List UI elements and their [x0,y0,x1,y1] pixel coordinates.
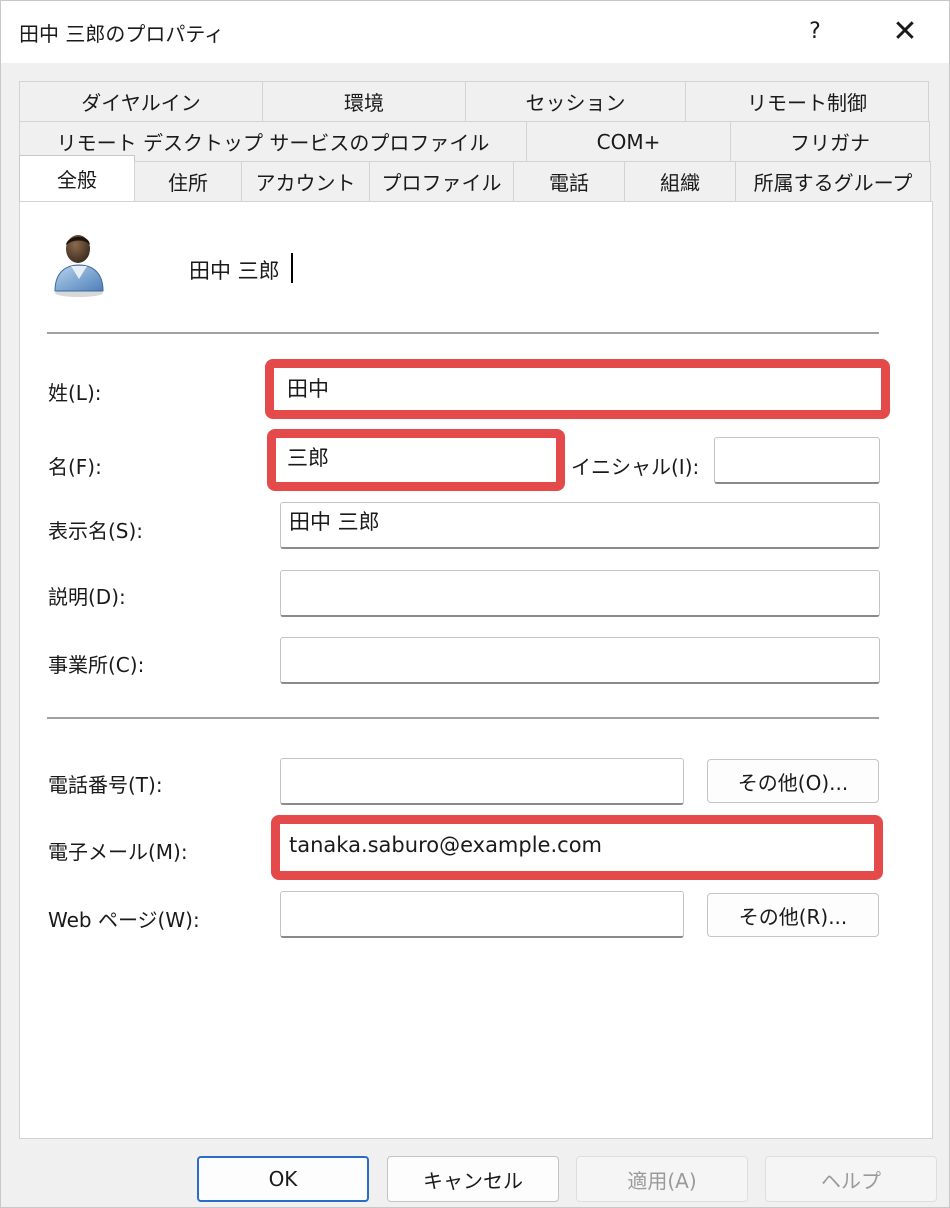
last-name-label: 姓(L): [48,381,102,405]
initials-field[interactable] [714,437,880,484]
initials-label: イニシャル(I): [571,455,700,479]
tab-member-of[interactable]: 所属するグループ [735,161,931,201]
title-bar: 田中 三郎のプロパティ ? ✕ [1,1,949,63]
window-title: 田中 三郎のプロパティ [19,22,225,46]
phone-other-button[interactable]: その他(O)... [707,759,879,803]
tab-address[interactable]: 住所 [134,161,242,201]
description-label: 説明(D): [48,585,126,609]
help-icon[interactable]: ? [793,9,837,53]
tab-sessions[interactable]: セッション [465,81,686,121]
text-cursor [291,253,293,283]
tab-remote-control[interactable]: リモート制御 [685,81,929,121]
tab-furigana[interactable]: フリガナ [730,121,930,161]
tab-profile[interactable]: プロファイル [369,161,514,201]
display-name-field[interactable]: 田中 三郎 [280,502,880,549]
close-icon[interactable]: ✕ [883,9,927,53]
web-page-other-button[interactable]: その他(R)... [707,893,879,937]
properties-dialog: 田中 三郎のプロパティ ? ✕ ダイヤルイン 環境 セッション リモート制御 リ… [0,0,950,1208]
last-name-field[interactable]: 田中 [279,370,877,410]
phone-label: 電話番号(T): [48,773,163,797]
web-page-label: Web ページ(W): [48,908,200,932]
user-icon [54,235,104,297]
tab-dial-in[interactable]: ダイヤルイン [19,81,263,121]
tab-row-2: リモート デスクトップ サービスのプロファイル COM+ フリガナ [19,121,930,161]
display-name-header: 田中 三郎 [189,259,280,283]
tab-row-1: ダイヤルイン 環境 セッション リモート制御 [19,81,929,121]
display-name-label: 表示名(S): [48,519,144,543]
cancel-button[interactable]: キャンセル [387,1156,559,1202]
tab-com-plus[interactable]: COM+ [526,121,731,161]
phone-field[interactable] [280,758,684,805]
tab-telephones[interactable]: 電話 [513,161,625,201]
description-field[interactable] [280,570,880,617]
apply-button[interactable]: 適用(A) [576,1156,748,1202]
office-field[interactable] [280,637,880,684]
separator-top [47,332,879,334]
tab-row-3: 全般 住所 アカウント プロファイル 電話 組織 所属するグループ [19,155,931,201]
web-page-field[interactable] [280,891,684,938]
ok-button[interactable]: OK [197,1156,369,1202]
first-name-label: 名(F): [48,455,102,479]
tab-account[interactable]: アカウント [241,161,370,201]
email-label: 電子メール(M): [48,840,188,864]
separator-middle [47,717,879,719]
email-field[interactable]: tanaka.saburo@example.com [281,826,871,868]
tab-environment[interactable]: 環境 [262,81,466,121]
help-button[interactable]: ヘルプ [765,1156,937,1202]
tab-general[interactable]: 全般 [19,155,135,201]
tab-organization[interactable]: 組織 [624,161,736,201]
first-name-field[interactable]: 三郎 [279,439,553,481]
office-label: 事業所(C): [48,653,145,677]
